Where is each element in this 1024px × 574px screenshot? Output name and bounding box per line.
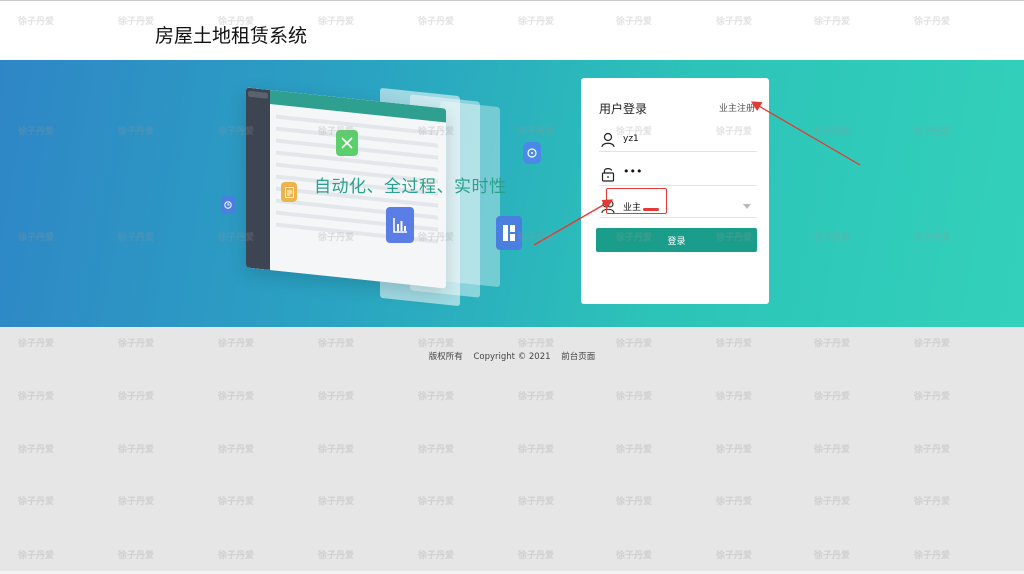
watermark-text: 徐子丹爱 (418, 392, 455, 402)
watermark-text: 徐子丹爱 (814, 339, 851, 349)
watermark-text: 徐子丹爱 (218, 551, 255, 561)
watermark-text: 徐子丹爱 (616, 339, 653, 349)
watermark-text: 徐子丹爱 (814, 445, 851, 455)
watermark-text: 徐子丹爱 (716, 445, 753, 455)
watermark-text: 徐子丹爱 (118, 339, 155, 349)
watermark-text: 徐子丹爱 (218, 497, 255, 507)
watermark-text: 徐子丹爱 (118, 445, 155, 455)
banner-slogan: 自动化、全过程、实时性 (314, 177, 507, 197)
watermark-text: 徐子丹爱 (18, 497, 55, 507)
watermark-text: 徐子丹爱 (914, 392, 951, 402)
chevron-down-icon[interactable] (743, 204, 751, 209)
watermark-text: 徐子丹爱 (518, 392, 555, 402)
watermark-text: 徐子丹爱 (118, 551, 155, 561)
watermark-text: 徐子丹爱 (18, 551, 55, 561)
bar-chart-icon (386, 207, 414, 243)
watermark-text: 徐子丹爱 (218, 392, 255, 402)
watermark-text: 徐子丹爱 (318, 339, 355, 349)
annotation-highlight-box (606, 188, 667, 214)
footer-rights: 版权所有 (428, 352, 463, 362)
watermark-text: 徐子丹爱 (518, 497, 555, 507)
watermark-text: 徐子丹爱 (814, 497, 851, 507)
watermark-text: 徐子丹爱 (716, 497, 753, 507)
watermark-text: 徐子丹爱 (914, 497, 951, 507)
watermark-text: 徐子丹爱 (716, 339, 753, 349)
page-footer: 版权所有 Copyright © 2021 前台页面 (0, 350, 1024, 362)
watermark-text: 徐子丹爱 (616, 392, 653, 402)
watermark-text: 徐子丹爱 (616, 551, 653, 561)
footer-copyright: Copyright © 2021 (473, 352, 551, 362)
watermark-text: 徐子丹爱 (716, 392, 753, 402)
grid-layout-icon (496, 216, 522, 250)
watermark-text: 徐子丹爱 (814, 392, 851, 402)
chat-icon (523, 142, 541, 164)
watermark-text: 徐子丹爱 (914, 551, 951, 561)
watermark-text: 徐子丹爱 (18, 339, 55, 349)
login-button[interactable]: 登录 (596, 228, 757, 252)
watermark-text: 徐子丹爱 (716, 551, 753, 561)
user-icon (601, 132, 615, 148)
username-value[interactable]: yz1 (623, 134, 639, 144)
watermark-text: 徐子丹爱 (118, 392, 155, 402)
document-icon (281, 182, 297, 202)
watermark-text: 徐子丹爱 (118, 497, 155, 507)
watermark-text: 徐子丹爱 (218, 445, 255, 455)
watermark-text: 徐子丹爱 (318, 551, 355, 561)
watermark-text: 徐子丹爱 (318, 445, 355, 455)
watermark-text: 徐子丹爱 (218, 339, 255, 349)
login-title: 用户登录 (599, 102, 648, 116)
watermark-text: 徐子丹爱 (18, 445, 55, 455)
username-field[interactable]: yz1 (599, 130, 757, 152)
watermark-text: 徐子丹爱 (616, 445, 653, 455)
watermark-text: 徐子丹爱 (318, 497, 355, 507)
watermark-text: 徐子丹爱 (418, 445, 455, 455)
watermark-text: 徐子丹爱 (418, 497, 455, 507)
watermark-text: 徐子丹爱 (518, 339, 555, 349)
owner-register-link[interactable]: 业主注册 (719, 101, 755, 114)
password-value[interactable]: ••• (623, 165, 642, 178)
watermark-text: 徐子丹爱 (518, 551, 555, 561)
hero-banner: 自动化、全过程、实时性 (0, 60, 1024, 327)
site-title: 房屋土地租赁系统 (155, 25, 308, 47)
network-icon (336, 130, 358, 156)
watermark-text: 徐子丹爱 (616, 497, 653, 507)
watermark-text: 徐子丹爱 (418, 339, 455, 349)
watermark-text: 徐子丹爱 (914, 445, 951, 455)
password-field[interactable]: ••• (599, 164, 757, 186)
watermark-text: 徐子丹爱 (418, 551, 455, 561)
watermark-text: 徐子丹爱 (18, 392, 55, 402)
watermark-text: 徐子丹爱 (518, 445, 555, 455)
watermark-text: 徐子丹爱 (914, 339, 951, 349)
watermark-text: 徐子丹爱 (318, 392, 355, 402)
footer-front-page-link[interactable]: 前台页面 (561, 352, 595, 362)
clock-icon (221, 196, 235, 214)
page-header: 房屋土地租赁系统 (0, 0, 1024, 60)
watermark-text: 徐子丹爱 (814, 551, 851, 561)
lock-icon (601, 166, 615, 182)
